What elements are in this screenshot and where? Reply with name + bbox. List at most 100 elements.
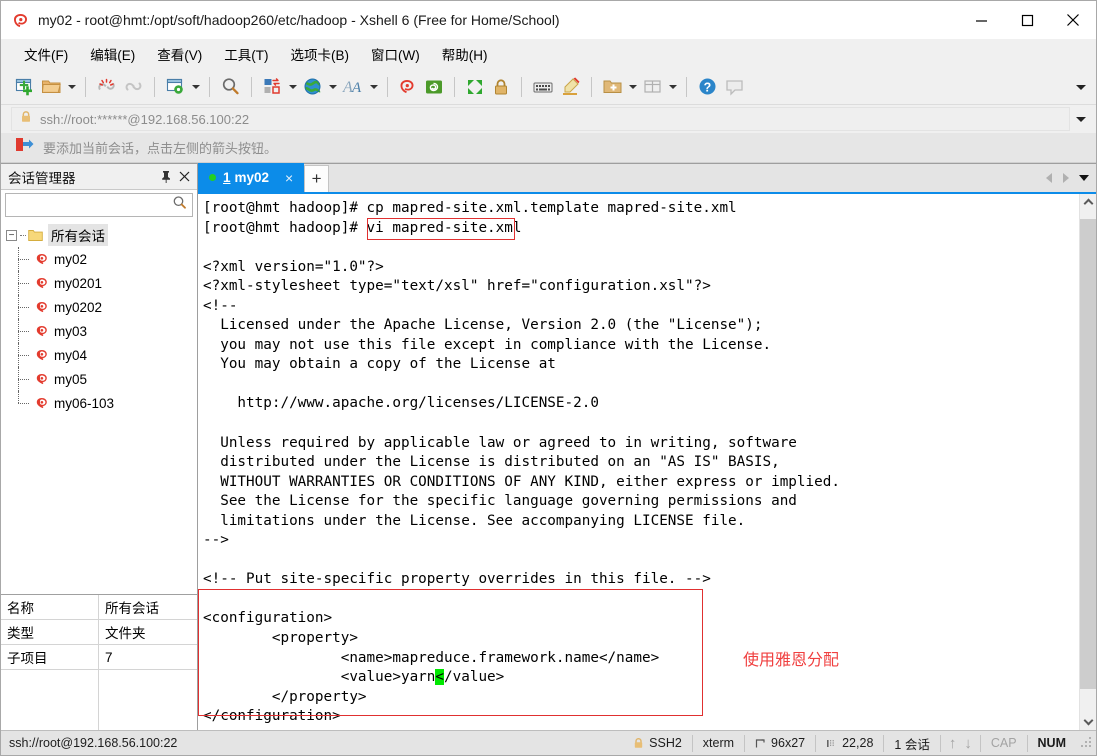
- minimize-button[interactable]: [958, 1, 1004, 39]
- red-arrow-icon: [15, 137, 34, 158]
- session-manager-header: 会话管理器: [1, 164, 197, 190]
- keyboard-icon[interactable]: [529, 72, 557, 102]
- status-protocol-label: SSH2: [649, 736, 682, 750]
- toolbar-separator: [387, 76, 388, 97]
- tab-next-icon[interactable]: [1057, 163, 1074, 192]
- session-item-my04[interactable]: my04: [1, 343, 197, 367]
- scrollbar-thumb[interactable]: [1080, 219, 1096, 689]
- xshell-icon[interactable]: [395, 72, 421, 102]
- status-caps-lock: CAP: [990, 736, 1017, 750]
- toolbar-overflow-icon[interactable]: [1070, 69, 1092, 105]
- session-properties-icon[interactable]: [162, 72, 189, 102]
- tab-my02[interactable]: 1 my02 ×: [198, 163, 305, 192]
- menu-tabs[interactable]: 选项卡(B): [282, 40, 359, 68]
- xshell-session-icon: [35, 324, 49, 338]
- globe-dropdown-icon[interactable]: [326, 72, 339, 102]
- tab-close-icon[interactable]: ×: [281, 170, 297, 186]
- session-item-label: my02: [54, 251, 88, 267]
- menu-view[interactable]: 查看(V): [148, 40, 211, 68]
- notice-text: 要添加当前会话，点击左侧的箭头按钮。: [43, 141, 278, 156]
- address-dropdown-icon[interactable]: [1072, 105, 1090, 133]
- maximize-button[interactable]: [1004, 1, 1050, 39]
- connection-status-icon: [209, 174, 216, 181]
- highlight-icon[interactable]: [557, 72, 584, 102]
- main-body: 会话管理器 − 所有会话 my02 my0201 my0202 my03 my0…: [1, 163, 1096, 730]
- toolbar-separator: [591, 76, 592, 97]
- menu-tools[interactable]: 工具(T): [215, 40, 277, 68]
- terminal-screen[interactable]: [root@hmt hadoop]# cp mapred-site.xml.te…: [198, 194, 1079, 730]
- fullscreen-icon[interactable]: [462, 72, 488, 102]
- add-folder-icon[interactable]: [599, 72, 626, 102]
- transfer-file-dropdown-icon[interactable]: [286, 72, 299, 102]
- menu-edit[interactable]: 编辑(E): [81, 40, 144, 68]
- session-item-my06-103[interactable]: my06-103: [1, 391, 197, 415]
- terminal-line: [root@hmt hadoop]# vi mapred-site.xml: [203, 219, 522, 236]
- open-folder-icon[interactable]: [38, 72, 65, 102]
- tree-line: [20, 234, 26, 236]
- expander-icon[interactable]: −: [6, 229, 17, 241]
- globe-icon[interactable]: [299, 72, 326, 102]
- menu-window[interactable]: 窗口(W): [362, 40, 429, 68]
- tab-list-dropdown-icon[interactable]: [1074, 163, 1094, 192]
- property-value: 7: [99, 645, 197, 670]
- add-folder-dropdown-icon[interactable]: [626, 72, 639, 102]
- layout-dropdown-icon[interactable]: [666, 72, 679, 102]
- layout-icon[interactable]: [639, 72, 666, 102]
- toolbar-separator: [251, 76, 252, 97]
- session-search-input[interactable]: [5, 193, 193, 217]
- tree-line: [18, 283, 29, 284]
- session-item-my03[interactable]: my03: [1, 319, 197, 343]
- property-key: 子项目: [1, 645, 99, 670]
- terminal-scrollbar[interactable]: [1079, 194, 1096, 730]
- scroll-down-icon[interactable]: [1080, 713, 1096, 730]
- session-properties-dropdown-icon[interactable]: [189, 72, 202, 102]
- toolbar-separator: [521, 76, 522, 97]
- scroll-up-icon[interactable]: [1080, 194, 1096, 211]
- font-dropdown-icon[interactable]: [367, 72, 380, 102]
- session-item-my0201[interactable]: my0201: [1, 271, 197, 295]
- tab-number: 1: [223, 170, 231, 185]
- chat-icon[interactable]: [721, 72, 748, 102]
- font-icon[interactable]: A A: [339, 72, 367, 102]
- session-manager-panel: 会话管理器 − 所有会话 my02 my0201 my0202 my03 my0…: [1, 163, 198, 730]
- session-item-label: my04: [54, 347, 88, 363]
- open-folder-dropdown-icon[interactable]: [65, 72, 78, 102]
- pin-icon[interactable]: [157, 167, 175, 187]
- address-input[interactable]: ssh://root:******@192.168.56.100:22: [11, 107, 1070, 131]
- status-scroll-indicators: ↑ ↓: [941, 735, 980, 752]
- menu-file[interactable]: 文件(F): [15, 40, 77, 68]
- property-row: 类型 文件夹: [1, 620, 197, 645]
- terminal-line-prefix: <value>yarn: [203, 669, 436, 686]
- tab-prev-icon[interactable]: [1040, 163, 1057, 192]
- terminal-line: <name>mapreduce.framework.name</name>: [203, 649, 660, 666]
- tree-node-all-sessions[interactable]: − 所有会话: [1, 223, 197, 247]
- terminal-cursor: <: [435, 669, 445, 686]
- reconnect-icon[interactable]: [120, 72, 147, 102]
- new-tab-button[interactable]: +: [304, 165, 330, 192]
- lock-icon: [20, 110, 32, 128]
- xftp-icon[interactable]: [421, 72, 447, 102]
- terminal-line: http://www.apache.org/licenses/LICENSE-2…: [203, 395, 599, 412]
- lock-icon[interactable]: [488, 72, 514, 102]
- terminal-line: Licensed under the Apache License, Versi…: [203, 317, 763, 334]
- scrollbar-track[interactable]: [1080, 211, 1096, 713]
- session-item-my05[interactable]: my05: [1, 367, 197, 391]
- toolbar-separator: [454, 76, 455, 97]
- new-session-icon[interactable]: [11, 72, 38, 102]
- transfer-file-icon[interactable]: [259, 72, 286, 102]
- terminal-line: distributed under the License is distrib…: [203, 454, 780, 471]
- tab-navigation: [1040, 163, 1094, 192]
- find-icon[interactable]: [217, 72, 244, 102]
- up-arrow-icon: ↑: [948, 734, 957, 752]
- session-item-my02[interactable]: my02: [1, 247, 197, 271]
- lock-icon: [633, 737, 644, 749]
- close-button[interactable]: [1050, 1, 1096, 39]
- disconnect-icon[interactable]: [93, 72, 120, 102]
- close-icon[interactable]: [175, 167, 193, 187]
- session-item-my0202[interactable]: my0202: [1, 295, 197, 319]
- status-size-label: 96x27: [771, 736, 806, 750]
- menu-help[interactable]: 帮助(H): [433, 40, 497, 68]
- resize-grip-icon[interactable]: [1080, 736, 1094, 750]
- session-tree: − 所有会话 my02 my0201 my0202 my03 my04 my05…: [1, 219, 197, 594]
- help-icon[interactable]: ?: [694, 72, 721, 102]
